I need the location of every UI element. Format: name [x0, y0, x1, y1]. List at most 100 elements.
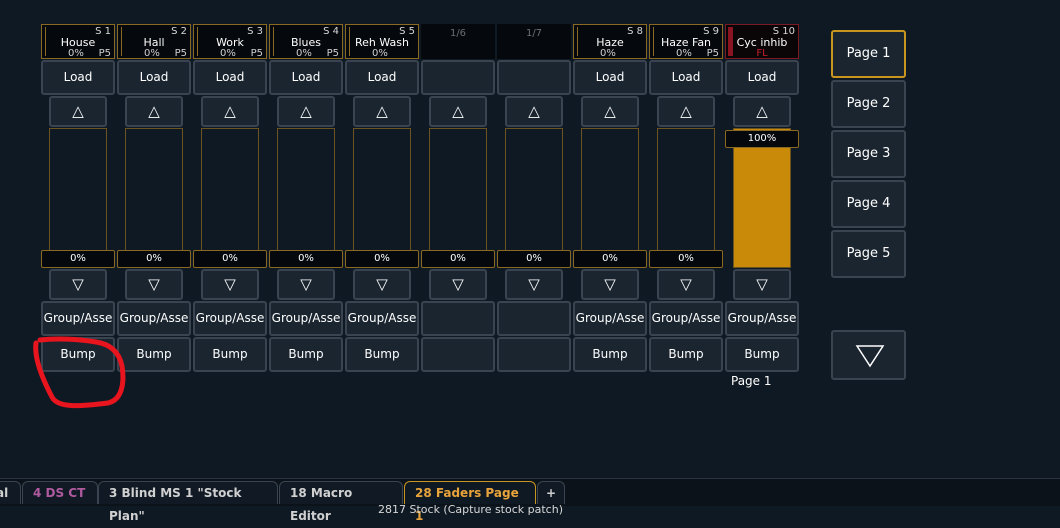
page-4-button[interactable]: Page 4 — [831, 180, 906, 228]
group-assign-button[interactable]: Group/Asse — [649, 301, 723, 336]
load-button[interactable]: Load — [345, 60, 419, 95]
bump-button[interactable]: Bump — [649, 337, 723, 372]
fader-track[interactable] — [353, 128, 411, 268]
group-assign-button[interactable] — [421, 301, 495, 336]
fader-header[interactable]: 1/7 — [497, 24, 571, 59]
fader-down-button[interactable]: ▽ — [657, 269, 715, 300]
fader-header[interactable]: S 5 Reh Wash 0% — [345, 24, 419, 59]
fader-column: S 5 Reh Wash 0% Load △ 0% ▽ Group/Asse Bump — [345, 24, 419, 374]
fader-level-readout: 0% — [193, 250, 267, 268]
header-level: 0% — [372, 48, 388, 59]
fader-down-button[interactable]: ▽ — [277, 269, 335, 300]
bump-button[interactable]: Bump — [41, 337, 115, 372]
fader-up-button[interactable]: △ — [277, 96, 335, 127]
fader-down-button[interactable]: ▽ — [733, 269, 791, 300]
fader-down-button[interactable]: ▽ — [505, 269, 563, 300]
fader-track[interactable] — [505, 128, 563, 268]
priority-indicator: P5 — [326, 48, 339, 59]
load-button[interactable]: Load — [573, 60, 647, 95]
page-5-button[interactable]: Page 5 — [831, 230, 906, 278]
bump-button[interactable] — [421, 337, 495, 372]
load-button[interactable]: Load — [193, 60, 267, 95]
fader-track[interactable] — [657, 128, 715, 268]
page-down-button[interactable] — [831, 330, 906, 380]
fader-up-button[interactable]: △ — [201, 96, 259, 127]
fader-up-button[interactable]: △ — [429, 96, 487, 127]
bump-button[interactable]: Bump — [193, 337, 267, 372]
group-assign-button[interactable]: Group/Asse — [117, 301, 191, 336]
fader-down-button[interactable]: ▽ — [49, 269, 107, 300]
fader-track[interactable] — [125, 128, 183, 268]
fader-header[interactable]: S 8 Haze 0% — [573, 24, 647, 59]
group-assign-button[interactable]: Group/Asse — [573, 301, 647, 336]
load-button[interactable]: Load — [117, 60, 191, 95]
fader-header[interactable]: S 2 Hall 0% P5 — [117, 24, 191, 59]
load-button[interactable]: Load — [269, 60, 343, 95]
fader-track[interactable] — [429, 128, 487, 268]
bump-button[interactable]: Bump — [345, 337, 419, 372]
page-3-button[interactable]: Page 3 — [831, 130, 906, 178]
tab-faders-page[interactable]: 28 Faders Page 1 — [404, 481, 536, 523]
fader-column: S 1 House 0% P5 Load △ 0% ▽ Group/Asse Bump — [41, 24, 115, 374]
bump-button[interactable]: Bump — [725, 337, 799, 372]
priority-indicator: P5 — [706, 48, 719, 59]
fader-track[interactable] — [581, 128, 639, 268]
add-tab-button[interactable]: + — [537, 481, 565, 504]
fader-up-button[interactable]: △ — [733, 96, 791, 127]
fader-up-button[interactable]: △ — [353, 96, 411, 127]
group-assign-button[interactable] — [497, 301, 571, 336]
page-1-button[interactable]: Page 1 — [831, 30, 906, 78]
header-level: 0% — [144, 48, 160, 59]
tab-blind-ms[interactable]: 3 Blind MS 1 "Stock Plan" — [98, 481, 278, 523]
bump-button[interactable]: Bump — [117, 337, 191, 372]
fader-header[interactable]: S 9 Haze Fan 0% P5 — [649, 24, 723, 59]
load-button[interactable] — [497, 60, 571, 95]
fader-down-button[interactable]: ▽ — [429, 269, 487, 300]
fader-header[interactable]: S 3 Work 0% P5 — [193, 24, 267, 59]
fader-level-readout: 0% — [649, 250, 723, 268]
fader-header[interactable]: 1/6 — [421, 24, 495, 59]
fader-up-button[interactable]: △ — [125, 96, 183, 127]
fader-track[interactable] — [49, 128, 107, 268]
group-assign-button[interactable]: Group/Asse — [41, 301, 115, 336]
fader-up-button[interactable]: △ — [657, 96, 715, 127]
tab-partial[interactable]: al — [0, 481, 21, 504]
fader-track[interactable] — [201, 128, 259, 268]
group-assign-button[interactable]: Group/Asse — [345, 301, 419, 336]
load-button[interactable]: Load — [725, 60, 799, 95]
page-label: Page 1 — [731, 374, 772, 388]
fader-up-button[interactable]: △ — [505, 96, 563, 127]
fader-track[interactable] — [733, 128, 791, 268]
fader-fill — [734, 129, 790, 267]
bump-button[interactable]: Bump — [573, 337, 647, 372]
fader-down-button[interactable]: ▽ — [581, 269, 639, 300]
tab-macro-editor[interactable]: 18 Macro Editor — [279, 481, 403, 523]
load-button[interactable] — [421, 60, 495, 95]
load-button[interactable]: Load — [41, 60, 115, 95]
fader-level-readout: 0% — [117, 250, 191, 268]
group-assign-button[interactable]: Group/Asse — [725, 301, 799, 336]
fader-up-button[interactable]: △ — [581, 96, 639, 127]
page-2-button[interactable]: Page 2 — [831, 80, 906, 128]
header-level: 0% — [68, 48, 84, 59]
fader-down-button[interactable]: ▽ — [125, 269, 183, 300]
fader-column: S 9 Haze Fan 0% P5 Load △ 0% ▽ Group/Asse Bump — [649, 24, 723, 374]
group-assign-button[interactable]: Group/Asse — [269, 301, 343, 336]
fader-down-button[interactable]: ▽ — [201, 269, 259, 300]
group-assign-button[interactable]: Group/Asse — [193, 301, 267, 336]
bump-button[interactable]: Bump — [269, 337, 343, 372]
priority-indicator: P5 — [98, 48, 111, 59]
fader-up-button[interactable]: △ — [49, 96, 107, 127]
fader-track[interactable] — [277, 128, 335, 268]
fader-column: S 8 Haze 0% Load △ 0% ▽ Group/Asse Bump — [573, 24, 647, 374]
bump-button[interactable] — [497, 337, 571, 372]
fader-header[interactable]: S 4 Blues 0% P5 — [269, 24, 343, 59]
fader-header[interactable]: S 1 House 0% P5 — [41, 24, 115, 59]
fader-header[interactable]: S 10 Cyc inhib FL — [725, 24, 799, 59]
fader-down-button[interactable]: ▽ — [353, 269, 411, 300]
tab-ds-ct[interactable]: 4 DS CT — [22, 481, 98, 504]
load-button[interactable]: Load — [649, 60, 723, 95]
fader-level-readout: 0% — [421, 250, 495, 268]
header-level: 0% — [220, 48, 236, 59]
fader-column: S 10 Cyc inhib FL Load △ 100% ▽ Group/Asse Bump P… — [725, 24, 799, 388]
